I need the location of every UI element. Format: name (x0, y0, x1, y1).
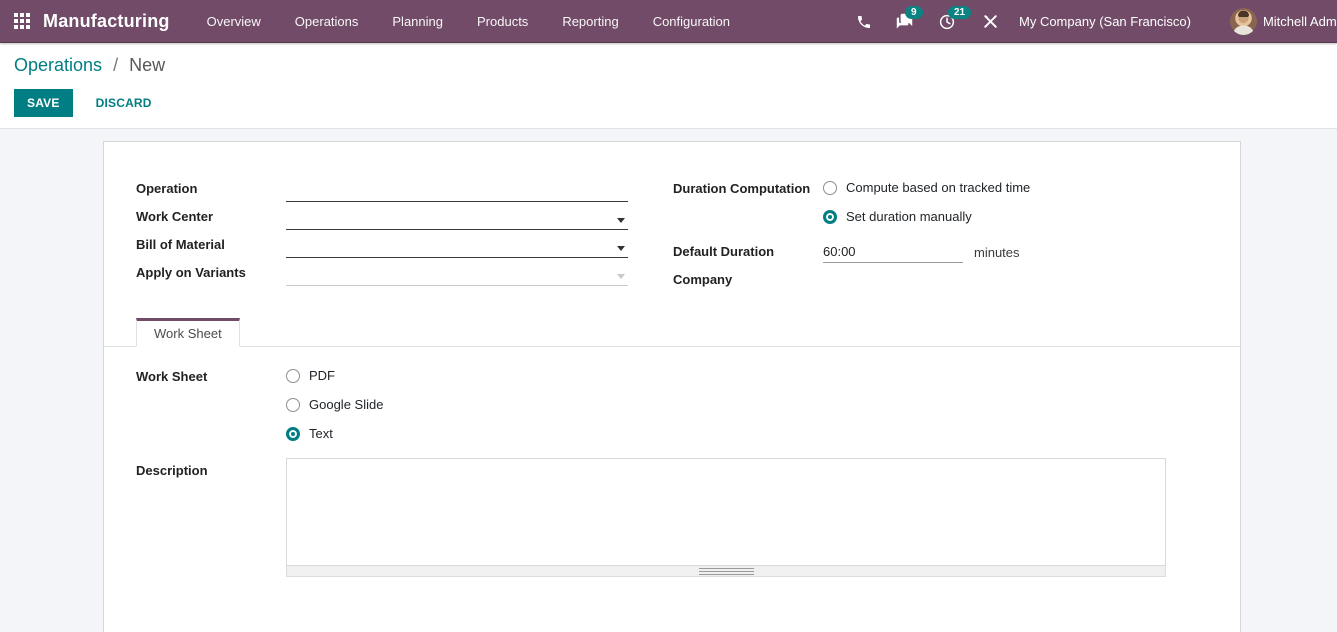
company-switcher[interactable]: My Company (San Francisco) (1019, 14, 1191, 29)
menu-item-configuration[interactable]: Configuration (636, 0, 747, 42)
radio-icon[interactable] (823, 210, 837, 224)
apps-grid-icon (14, 13, 30, 29)
work-center-label: Work Center (136, 209, 213, 224)
work-center-input[interactable] (286, 209, 628, 230)
worksheet-option-pdf[interactable]: PDF (286, 368, 335, 383)
default-duration-label: Default Duration (673, 244, 774, 259)
bill-of-material-field (286, 237, 628, 258)
top-navbar: Manufacturing Overview Operations Planni… (0, 0, 1337, 43)
activities-clock-icon[interactable]: 21 (938, 13, 956, 31)
app-title[interactable]: Manufacturing (43, 11, 170, 32)
default-duration-input[interactable] (823, 242, 963, 263)
discard-button[interactable]: DISCARD (82, 89, 166, 117)
default-duration-unit: minutes (974, 245, 1020, 260)
radio-icon[interactable] (823, 181, 837, 195)
voip-phone-icon[interactable] (856, 14, 872, 30)
duration-option-tracked-time[interactable]: Compute based on tracked time (823, 180, 1030, 195)
company-label: Company (673, 272, 732, 287)
operation-field (286, 181, 628, 202)
breadcrumb-operations-link[interactable]: Operations (14, 55, 102, 75)
control-panel-buttons: SAVE DISCARD (14, 89, 1337, 117)
apply-on-variants-input[interactable] (286, 265, 628, 286)
operation-input[interactable] (286, 181, 628, 202)
operation-label: Operation (136, 181, 197, 196)
control-panel: Operations / New SAVE DISCARD (0, 43, 1337, 129)
breadcrumb-separator: / (113, 55, 118, 75)
description-textarea[interactable] (286, 458, 1166, 566)
worksheet-option-text[interactable]: Text (286, 426, 333, 441)
textarea-resize-handle[interactable] (286, 566, 1166, 577)
activities-count-badge: 21 (948, 6, 971, 19)
radio-icon[interactable] (286, 369, 300, 383)
messages-icon[interactable]: 9 (895, 13, 914, 30)
apps-menu-button[interactable] (14, 13, 30, 29)
description-label: Description (136, 463, 208, 478)
worksheet-option-google-slide[interactable]: Google Slide (286, 397, 383, 412)
work-center-field (286, 209, 628, 230)
menu-item-overview[interactable]: Overview (190, 0, 278, 42)
form-sheet: Operation Work Center Bill of Material A… (103, 141, 1241, 632)
navbar-right: 9 21 My Company (San Francisco) Mitch (856, 0, 1337, 43)
duration-option-manual[interactable]: Set duration manually (823, 209, 972, 224)
messages-count-badge: 9 (905, 6, 923, 19)
duration-computation-label: Duration Computation (673, 181, 810, 196)
apply-on-variants-label: Apply on Variants (136, 265, 246, 280)
user-avatar[interactable] (1230, 8, 1257, 35)
menu-item-operations[interactable]: Operations (278, 0, 376, 42)
bill-of-material-input[interactable] (286, 237, 628, 258)
radio-icon[interactable] (286, 427, 300, 441)
breadcrumb-current: New (129, 55, 165, 75)
apply-on-variants-field (286, 265, 628, 286)
bill-of-material-label: Bill of Material (136, 237, 225, 252)
breadcrumb: Operations / New (14, 55, 1337, 76)
notebook-tabbar: Work Sheet (104, 319, 1240, 347)
tab-work-sheet[interactable]: Work Sheet (136, 318, 240, 347)
resize-grip-icon (699, 568, 754, 575)
content-area: Operation Work Center Bill of Material A… (0, 129, 1337, 632)
menu-item-products[interactable]: Products (460, 0, 545, 42)
default-duration-field (823, 242, 963, 263)
main-menu: Overview Operations Planning Products Re… (190, 0, 747, 42)
worksheet-type-label: Work Sheet (136, 369, 207, 384)
user-menu[interactable]: Mitchell Admin (1263, 14, 1337, 29)
menu-item-reporting[interactable]: Reporting (545, 0, 635, 42)
debug-tools-icon[interactable] (982, 13, 999, 30)
menu-item-planning[interactable]: Planning (375, 0, 460, 42)
save-button[interactable]: SAVE (14, 89, 73, 117)
radio-icon[interactable] (286, 398, 300, 412)
